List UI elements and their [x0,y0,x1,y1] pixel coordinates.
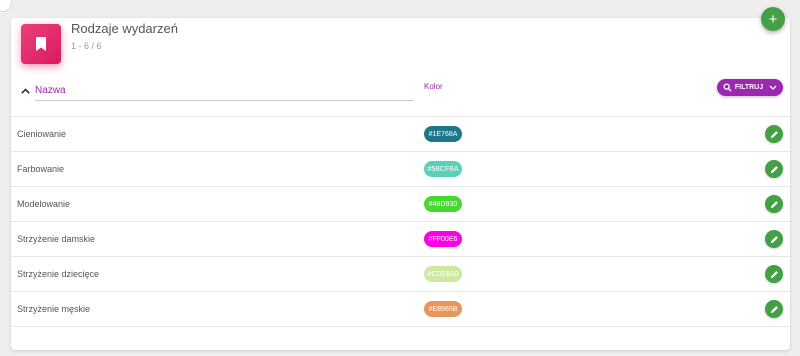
table-row: Strzyżenie męskie #E8965B [11,291,790,327]
filter-search-icon [723,83,732,92]
sort-ascending-icon[interactable] [21,86,30,96]
event-type-name: Farbowanie [17,164,65,174]
event-types-card: Rodzaje wydarzeń 1 - 6 / 6 + Nazwa Kolor… [11,7,790,350]
bookmark-icon [21,24,61,64]
menu-toggle-button[interactable] [0,0,12,12]
page-title: Rodzaje wydarzeń [71,21,178,36]
event-type-name: Modelowanie [17,199,71,209]
pencil-icon [770,270,778,278]
table-row: Farbowanie #5BCFBA [11,151,790,186]
edit-button[interactable] [765,195,783,213]
pencil-icon [770,305,778,313]
plus-icon: + [768,10,778,28]
color-badge: #CDE8A0 [424,266,462,282]
filter-button[interactable]: FILTRUJ [717,79,783,96]
event-type-name: Strzyżenie męskie [17,304,91,314]
pagination-count: 1 - 6 / 6 [71,41,102,51]
color-badge: #E8965B [424,301,462,317]
add-event-type-button[interactable]: + [761,7,785,31]
pencil-icon [770,200,778,208]
color-badge: #FF00E6 [424,231,462,247]
pencil-icon [770,130,778,138]
color-column-header: Kolor [424,82,443,91]
table-row: Strzyżenie damskie #FF00E6 [11,221,790,256]
edit-button[interactable] [765,265,783,283]
table-row: Strzyżenie dziecięce #CDE8A0 [11,256,790,291]
event-type-name: Cieniowanie [17,129,67,139]
pencil-icon [770,235,778,243]
color-badge: #5BCFBA [424,161,462,177]
event-types-table: Cieniowanie #1E768A Farbowanie #5BCFBA M… [11,116,790,327]
filter-button-label: FILTRUJ [734,84,764,91]
edit-button[interactable] [765,125,783,143]
pencil-icon [770,165,778,173]
chevron-down-icon [769,85,777,90]
edit-button[interactable] [765,300,783,318]
color-badge: #48D930 [424,196,462,212]
edit-button[interactable] [765,230,783,248]
edit-button[interactable] [765,160,783,178]
table-row: Cieniowanie #1E768A [11,116,790,151]
event-type-name: Strzyżenie damskie [17,234,96,244]
event-type-name: Strzyżenie dziecięce [17,269,100,279]
table-row: Modelowanie #48D930 [11,186,790,221]
name-filter-input[interactable]: Nazwa [35,84,414,101]
color-badge: #1E768A [424,126,462,142]
